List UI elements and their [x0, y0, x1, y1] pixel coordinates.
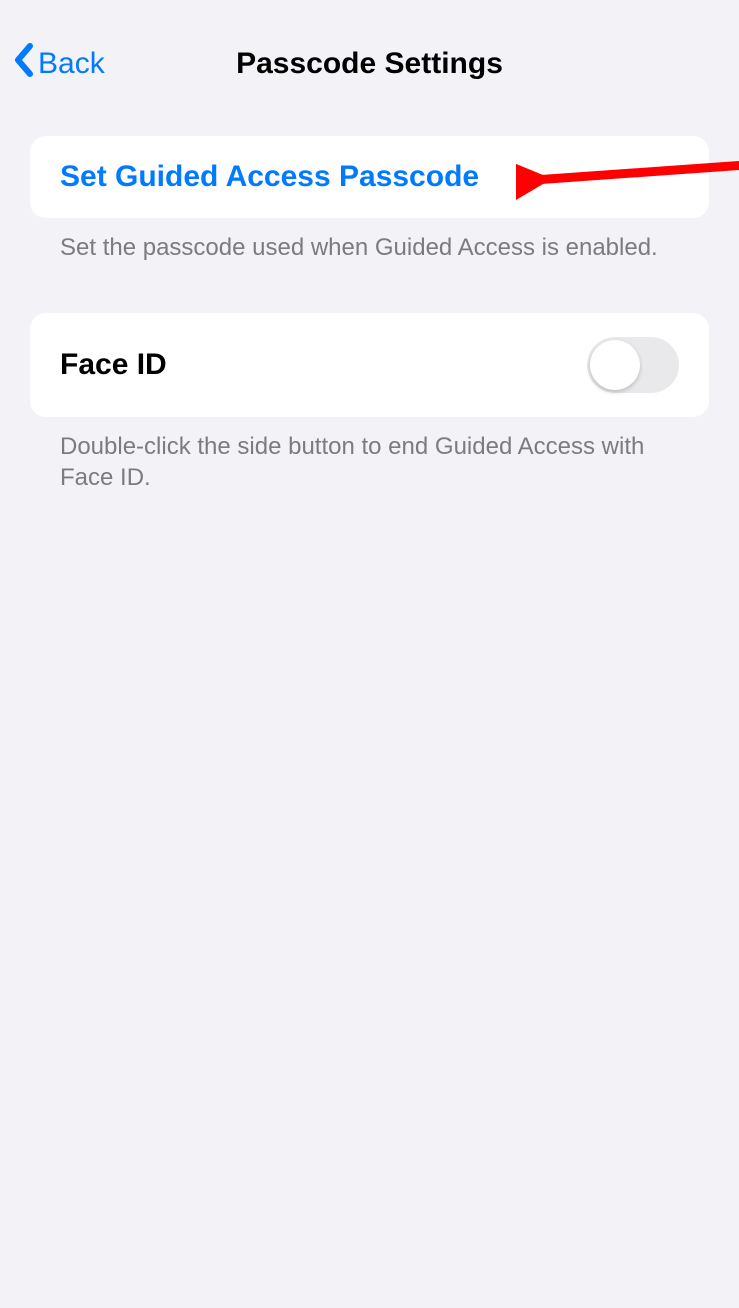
page-title: Passcode Settings [16, 47, 723, 81]
section-set-passcode: Set Guided Access Passcode [30, 136, 709, 218]
set-passcode-cell[interactable]: Set Guided Access Passcode [30, 136, 709, 218]
set-passcode-label: Set Guided Access Passcode [60, 160, 479, 194]
face-id-label: Face ID [60, 348, 167, 382]
face-id-footer: Double-click the side button to end Guid… [30, 417, 709, 493]
content-area: Set Guided Access Passcode Set the passc… [0, 98, 739, 494]
chevron-left-icon [12, 42, 38, 86]
face-id-cell: Face ID [30, 313, 709, 417]
face-id-toggle[interactable] [587, 337, 679, 393]
toggle-knob [590, 340, 640, 390]
set-passcode-footer: Set the passcode used when Guided Access… [30, 218, 709, 263]
face-id-group: Face ID [30, 313, 709, 417]
back-label: Back [38, 47, 105, 81]
back-button[interactable]: Back [12, 42, 105, 86]
section-face-id: Face ID Double-click the side button to … [30, 313, 709, 493]
header-bar: Back Passcode Settings [0, 0, 739, 98]
